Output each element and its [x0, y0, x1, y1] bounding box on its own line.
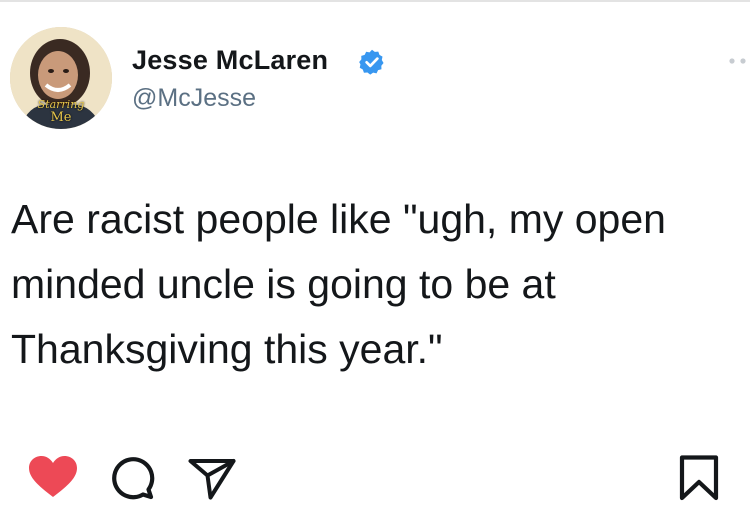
- share-button[interactable]: [188, 458, 236, 500]
- author-handle[interactable]: @McJesse: [132, 84, 256, 113]
- more-dots-icon[interactable]: [728, 56, 748, 66]
- verified-badge-icon: [359, 49, 384, 75]
- tweet-line: Are racist people like "ugh, my open: [11, 196, 666, 242]
- comment-bubble-icon: [112, 457, 155, 500]
- tweet-line: Thanksgiving this year.": [11, 326, 443, 372]
- comment-button[interactable]: [110, 456, 156, 500]
- avatar[interactable]: Starring Me: [10, 27, 112, 129]
- author-display-name[interactable]: Jesse McLaren: [132, 45, 328, 76]
- bookmark-icon: [679, 455, 719, 501]
- tweet-text: Are racist people like "ugh, my open min…: [11, 187, 741, 382]
- avatar-caption-bottom: Me: [50, 110, 72, 125]
- tweet-line: minded uncle is going to be at: [11, 261, 556, 307]
- top-divider: [0, 0, 750, 2]
- heart-icon: [29, 456, 77, 497]
- like-button[interactable]: [29, 456, 77, 498]
- paper-plane-icon: [188, 459, 236, 500]
- save-button[interactable]: [679, 455, 719, 501]
